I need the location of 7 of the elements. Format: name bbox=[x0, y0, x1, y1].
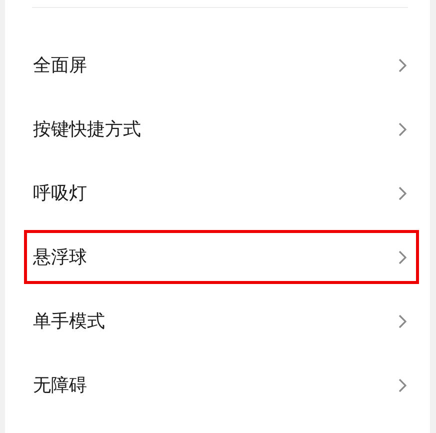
chevron-icon bbox=[398, 250, 407, 264]
chevron-icon bbox=[398, 122, 407, 136]
chevron-icon bbox=[398, 58, 407, 72]
settings-item[interactable]: 悬浮球 bbox=[24, 230, 419, 284]
chevron-icon bbox=[398, 314, 407, 328]
chevron-icon bbox=[398, 378, 407, 392]
chevron-icon bbox=[398, 186, 407, 200]
